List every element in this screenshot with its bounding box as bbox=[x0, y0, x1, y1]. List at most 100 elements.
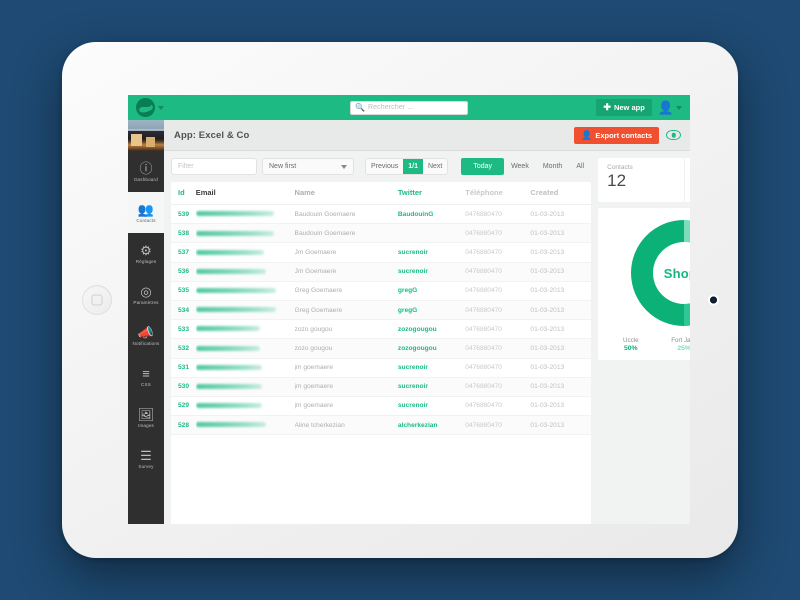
table-row[interactable]: 530 jm goemaere sucrenoir 0476880470 01-03-2… bbox=[171, 377, 592, 397]
table-row[interactable]: 539 Baudouin Goemaere BaudouinG 0476880470 0… bbox=[171, 204, 592, 225]
cell-id: 531 bbox=[171, 358, 196, 378]
column-header-telephone[interactable]: Téléphone bbox=[465, 182, 531, 205]
sidebar-item-reglages[interactable]: ⚙ Réglages bbox=[128, 233, 164, 274]
cell-email bbox=[195, 415, 295, 436]
gear-icon: ⚙ bbox=[140, 242, 152, 258]
new-app-button[interactable]: ✚ New app bbox=[596, 99, 652, 116]
user-avatar-icon: 👤 bbox=[657, 100, 674, 115]
table-row[interactable]: 529 jm goemaere sucrenoir 0476880470 01-03-2… bbox=[171, 396, 592, 417]
cell-name: jm goemaere bbox=[294, 377, 398, 397]
cell-twitter: sucrenoir bbox=[397, 358, 466, 378]
cell-telephone: 0476880470 bbox=[465, 300, 531, 321]
redacted-email bbox=[195, 326, 260, 332]
table-row[interactable]: 534 Greg Goemaere gregG 0476880470 01-03-201… bbox=[171, 300, 592, 321]
redacted-email bbox=[195, 211, 274, 217]
table-row[interactable]: 533 zozo gougou zozogougou 0476880470 01-03-… bbox=[171, 319, 592, 340]
cell-created: 01-03-2013 bbox=[530, 300, 592, 321]
cell-telephone: 0476880470 bbox=[465, 358, 531, 378]
redacted-email bbox=[195, 345, 260, 351]
cell-telephone: 0476880470 bbox=[465, 204, 531, 225]
pagination: Previous 1/1 Next bbox=[365, 158, 449, 175]
redacted-email bbox=[195, 268, 266, 274]
table-row[interactable]: 537 Jm Goemaere sucrenoir 0476880470 01-03-2… bbox=[171, 242, 592, 263]
export-contacts-button[interactable]: 👤 Export contacts bbox=[574, 126, 659, 144]
sidebar-item-parametres[interactable]: ◎ Paramètres bbox=[128, 274, 164, 315]
chevron-down-icon[interactable] bbox=[158, 105, 164, 110]
css-icon: ≡ bbox=[142, 365, 150, 381]
legend-value: 25% bbox=[677, 345, 690, 352]
cell-telephone: 0476880470 bbox=[465, 242, 531, 263]
period-today[interactable]: Today bbox=[461, 158, 505, 175]
sidebar-item-label: Images bbox=[138, 422, 154, 428]
cell-created: 01-03-2013 bbox=[530, 204, 592, 225]
period-filter: Today Week Month All bbox=[461, 158, 591, 175]
table-row[interactable]: 528 Aline tcherkezian alcherkezian 04768804… bbox=[171, 415, 592, 436]
column-header-id[interactable]: Id bbox=[171, 182, 196, 205]
table-row[interactable]: 532 zozo gougou zozogougou 0476880470 01-03-… bbox=[171, 338, 592, 359]
legend-label: Uccle bbox=[623, 337, 639, 344]
cell-telephone: 0476880470 bbox=[465, 319, 531, 340]
redacted-email bbox=[195, 230, 274, 236]
eye-icon[interactable] bbox=[666, 130, 681, 140]
cell-email bbox=[195, 300, 295, 321]
leaf-logo-icon bbox=[136, 98, 155, 117]
user-menu[interactable]: 👤 bbox=[658, 101, 682, 114]
column-header-created[interactable]: Created bbox=[530, 182, 592, 205]
cell-twitter bbox=[397, 223, 466, 244]
sidebar-item-images[interactable]: 🖼 Images bbox=[128, 397, 164, 438]
legend-value: 50% bbox=[623, 345, 638, 352]
sidebar-item-label: Notifications bbox=[132, 340, 160, 346]
column-header-name[interactable]: Name bbox=[294, 182, 398, 205]
period-week[interactable]: Week bbox=[504, 158, 536, 175]
cell-id: 537 bbox=[171, 242, 196, 263]
table-row[interactable]: 531 jm goemaere sucrenoir 0476880470 01-03-2… bbox=[171, 358, 592, 378]
cell-name: Aline tcherkezian bbox=[294, 415, 398, 436]
next-button[interactable]: Next bbox=[423, 159, 447, 174]
cell-name: Jm Goemaere bbox=[294, 242, 398, 263]
previous-button[interactable]: Previous bbox=[366, 159, 403, 174]
cell-name: jm goemaere bbox=[294, 358, 398, 378]
new-app-label: New app bbox=[613, 103, 645, 112]
sidebar-item-notifications[interactable]: 📣 Notifications bbox=[128, 315, 164, 356]
main-content: Filter New first Previous 1/1 Next Today… bbox=[164, 151, 690, 524]
table-row[interactable]: 538 Baudouin Goemaere 0476880470 01-03-2013 bbox=[171, 223, 592, 244]
column-header-twitter[interactable]: Twitter bbox=[397, 182, 466, 205]
sidebar-item-label: Contacts bbox=[136, 217, 156, 223]
chart-legend: Uccle50%Fort Jaco25%Ixelles25% bbox=[598, 326, 690, 352]
redacted-email bbox=[195, 288, 276, 294]
sidebar-item-css[interactable]: ≡ CSS bbox=[128, 356, 164, 397]
sort-select[interactable]: New first bbox=[262, 158, 354, 175]
info-circle-icon: ⓘ bbox=[139, 160, 153, 176]
sidebar-item-survey[interactable]: ☰ Survey bbox=[128, 438, 164, 479]
redacted-email bbox=[195, 364, 262, 370]
sidebar-item-dashboard[interactable]: ⓘ Dashboard bbox=[128, 151, 164, 192]
table-body: 539 Baudouin Goemaere BaudouinG 0476880470 0… bbox=[171, 204, 592, 436]
stats-card: Contacts 12 Evolution 32% bbox=[598, 158, 690, 202]
sort-value: New first bbox=[269, 163, 297, 170]
tablet-device-frame: 🔍 Rechercher ... ✚ New app 👤 App: Excel … bbox=[62, 42, 738, 558]
table-row[interactable]: 535 Greg Goemaere gregG 0476880470 01-03-201… bbox=[171, 281, 592, 301]
cell-name: Baudouin Goemaere bbox=[294, 204, 398, 225]
cell-telephone: 0476880470 bbox=[465, 377, 531, 397]
export-contacts-label: Export contacts bbox=[595, 130, 652, 140]
cell-id: 529 bbox=[171, 396, 196, 417]
redacted-email bbox=[195, 249, 264, 255]
logo[interactable] bbox=[136, 98, 164, 117]
redacted-email bbox=[195, 307, 276, 313]
cell-email bbox=[195, 358, 295, 378]
settings-rings-icon: ◎ bbox=[140, 283, 152, 299]
home-button[interactable] bbox=[82, 285, 112, 315]
sidebar-item-contacts[interactable]: 👥 Contacts bbox=[128, 192, 164, 233]
period-month[interactable]: Month bbox=[536, 158, 569, 175]
column-header-email[interactable]: Email bbox=[195, 182, 295, 205]
page-indicator: 1/1 bbox=[403, 159, 423, 174]
cell-name: Jm Goemaere bbox=[294, 262, 398, 282]
sidebar-item-label: Paramètres bbox=[133, 299, 159, 305]
period-all[interactable]: All bbox=[569, 158, 591, 175]
cell-twitter: gregG bbox=[397, 281, 466, 301]
search-input[interactable]: 🔍 Rechercher ... bbox=[350, 100, 468, 115]
filter-input[interactable]: Filter bbox=[171, 158, 257, 175]
table-row[interactable]: 536 Jm Goemaere sucrenoir 0476880470 01-03-2… bbox=[171, 262, 592, 282]
stats-panel: Contacts 12 Evolution 32% bbox=[598, 158, 690, 524]
cell-name: jm goemaere bbox=[294, 396, 398, 417]
